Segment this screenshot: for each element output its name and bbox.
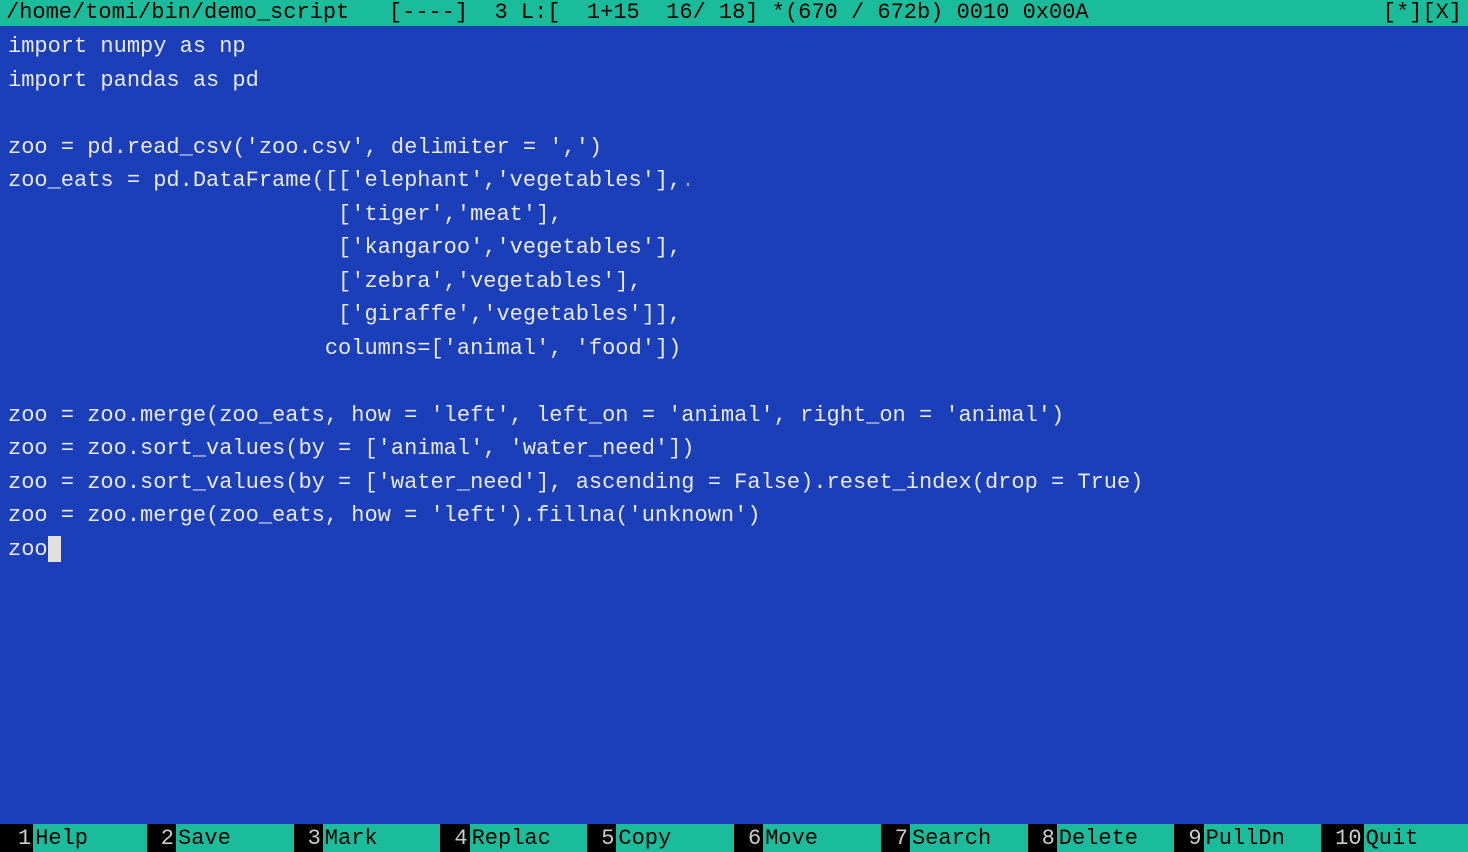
function-key-number: 4 xyxy=(440,826,469,851)
code-line[interactable]: zoo = zoo.merge(zoo_eats, how = 'left').… xyxy=(8,499,1460,533)
function-key-replac[interactable]: 4Replac xyxy=(440,824,587,852)
function-key-label: Move xyxy=(763,824,881,852)
code-line[interactable]: ['zebra','vegetables'], xyxy=(8,265,1460,299)
code-line[interactable]: ['giraffe','vegetables']], xyxy=(8,298,1460,332)
titlebar-spacer xyxy=(468,0,494,26)
code-line[interactable]: ['kangaroo','vegetables'], xyxy=(8,231,1460,265)
code-line[interactable]: import numpy as np xyxy=(8,30,1460,64)
titlebar-spacer xyxy=(349,0,389,26)
function-key-help[interactable]: 1Help xyxy=(0,824,147,852)
code-line[interactable]: zoo = zoo.merge(zoo_eats, how = 'left', … xyxy=(8,399,1460,433)
function-key-delete[interactable]: 8Delete xyxy=(1028,824,1175,852)
function-key-number: 1 xyxy=(0,826,33,851)
titlebar-buttons[interactable]: [*][X] xyxy=(1383,0,1462,26)
function-key-label: Search xyxy=(910,824,1028,852)
function-key-pulldn[interactable]: 9PullDn xyxy=(1174,824,1321,852)
function-key-label: Mark xyxy=(323,824,441,852)
titlebar-spacer xyxy=(1089,0,1383,26)
function-key-bar: 1Help2Save3Mark4Replac5Copy6Move7Search8… xyxy=(0,824,1468,852)
function-key-number: 7 xyxy=(881,826,910,851)
code-line[interactable]: zoo = zoo.sort_values(by = ['water_need'… xyxy=(8,466,1460,500)
code-line[interactable]: zoo = zoo.sort_values(by = ['animal', 'w… xyxy=(8,432,1460,466)
function-key-label: Save xyxy=(176,824,294,852)
code-line[interactable]: zoo = pd.read_csv('zoo.csv', delimiter =… xyxy=(8,131,1460,165)
function-key-label: Replac xyxy=(470,824,588,852)
file-flags: [----] xyxy=(389,0,468,26)
function-key-label: Quit xyxy=(1364,824,1468,852)
function-key-number: 8 xyxy=(1028,826,1057,851)
function-key-number: 3 xyxy=(294,826,323,851)
function-key-number: 10 xyxy=(1321,826,1363,851)
line-wrap-dot-icon: . xyxy=(681,168,694,193)
function-key-quit[interactable]: 10Quit xyxy=(1321,824,1468,852)
text-cursor xyxy=(48,536,61,562)
function-key-search[interactable]: 7Search xyxy=(881,824,1028,852)
function-key-move[interactable]: 6Move xyxy=(734,824,881,852)
function-key-number: 2 xyxy=(147,826,176,851)
cursor-status: 3 L:[ 1+15 16/ 18] *(670 / 672b) 0010 0x… xyxy=(495,0,1089,26)
code-line[interactable]: ['tiger','meat'], xyxy=(8,198,1460,232)
title-bar: /home/tomi/bin/demo_script [----] 3 L:[ … xyxy=(0,0,1468,26)
code-line[interactable]: zoo xyxy=(8,533,1460,567)
code-line[interactable] xyxy=(8,365,1460,399)
function-key-label: Help xyxy=(33,824,147,852)
code-line[interactable]: import pandas as pd xyxy=(8,64,1460,98)
function-key-number: 6 xyxy=(734,826,763,851)
editor-pane[interactable]: import numpy as npimport pandas as pd zoo… xyxy=(0,26,1468,824)
function-key-label: Delete xyxy=(1057,824,1175,852)
code-line[interactable]: columns=['animal', 'food']) xyxy=(8,332,1460,366)
code-line[interactable]: zoo_eats = pd.DataFrame([['elephant','ve… xyxy=(8,164,1460,198)
function-key-label: Copy xyxy=(616,824,734,852)
function-key-mark[interactable]: 3Mark xyxy=(294,824,441,852)
function-key-copy[interactable]: 5Copy xyxy=(587,824,734,852)
function-key-number: 5 xyxy=(587,826,616,851)
file-path: /home/tomi/bin/demo_script xyxy=(6,0,349,26)
function-key-save[interactable]: 2Save xyxy=(147,824,294,852)
function-key-label: PullDn xyxy=(1204,824,1322,852)
code-line[interactable] xyxy=(8,97,1460,131)
function-key-number: 9 xyxy=(1174,826,1203,851)
